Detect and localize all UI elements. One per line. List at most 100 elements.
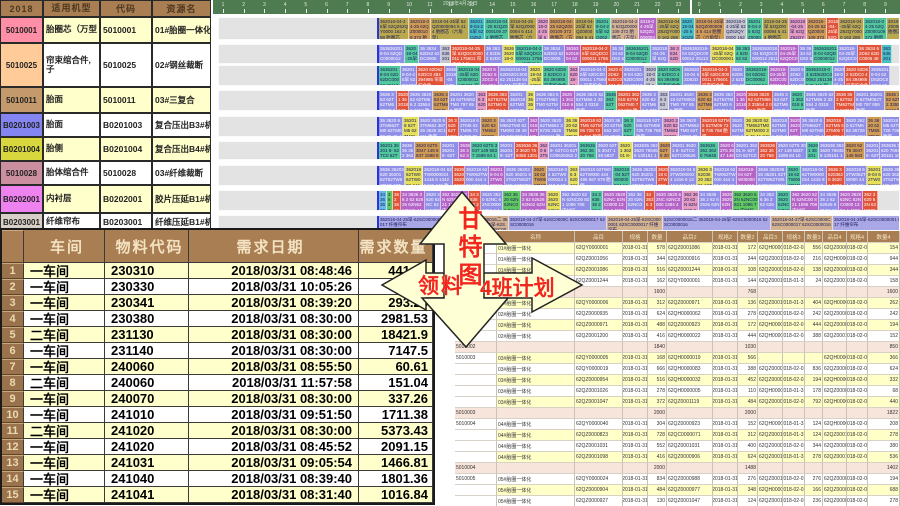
gantt-block[interactable]: 36201 362018 62TM062TM0 797 859 胎面 <box>561 91 575 110</box>
gantt-block[interactable]: 3620 62T5 3047 149 5837 1598 84 10 胎面 <box>597 142 619 159</box>
gantt-block[interactable]: 3620 3620 62TM662 36726 3525 3C1111 胎面 <box>663 117 679 136</box>
gantt-block[interactable]: 3636 363 62T62TM62TM0 62TM04 16478 48060… <box>773 91 791 110</box>
gantt-block[interactable]: 362018-04-25早 62DC0000011 175601 帘束绾合件 <box>579 66 607 85</box>
table-row[interactable]: 7一车间2400602018/03/31 08:55:5060.61 <box>2 359 433 375</box>
gantt-block[interactable]: 36 3634 62D62 62DC0006 484 394985 帘束绾合件 <box>485 45 503 63</box>
gantt-block[interactable]: 3620 62D62 62DC0 484 394985 帘束绾合件 <box>731 66 745 85</box>
gantt-block[interactable]: 3636 3620 62 62TM66 2 33554 2 0318 胎面 <box>747 91 773 110</box>
gantt-block[interactable]: 362018-04-25早 62DC0000011 175601 帘束绾合件 <box>833 66 845 85</box>
gantt-block[interactable]: 36362018-04 62D62DC00062 251138 548 415 … <box>445 66 457 85</box>
gantt-block[interactable]: 362018-04-25早 62QZ62QY0000 162 288 胎圈芯（六… <box>469 18 485 39</box>
gantt-block[interactable]: 362018 62TW062TW000 444 495 587 679 胎侧 <box>579 166 613 185</box>
gantt-block[interactable]: 362018-04-25早 62DC0000011 175601 帘束绾合件 <box>529 66 543 85</box>
gantt-block[interactable]: 3636362018-04 62QDC0000012 251138 帘束绾合件 <box>379 45 405 63</box>
machine-row[interactable]: B0201004胎侧B0201004复合压出B4#机 <box>0 137 211 161</box>
gantt-block[interactable]: 36 3620 62TM662TM0 62TM000 39 40 46 748 … <box>801 117 825 136</box>
gantt-block[interactable]: 362 3620 62N 62NC00 821 1096 708 内衬层 <box>503 191 521 210</box>
table-row[interactable]: 03#胎圈一体化62QY00000192018-01-3166662QH0000… <box>455 364 900 375</box>
gantt-block[interactable]: 362018 62TW062TW000 444 495 587 679 胎侧 <box>405 166 423 185</box>
gantt-block[interactable]: 362 3620 62N 62NC00 821 1096 708 内衬层 <box>863 191 878 210</box>
gantt-block[interactable]: 36201 36201 8- 62TC0 62TC00626262 2115 2… <box>619 142 633 159</box>
gantt-block[interactable]: 363636 362 3620 768458 130151 10 1333284… <box>515 142 539 159</box>
gantt-block[interactable]: 3620 3620 62TM662 36726 3525 3C1111 胎面 <box>603 117 623 136</box>
gantt-block[interactable]: 3620 62D62 62DC0 484 394985 帘束绾合件 <box>417 66 445 85</box>
gantt-block[interactable]: 3636362018-04 62QDC0000012 251138 帘束绾合件 <box>751 45 779 63</box>
gantt-block[interactable]: 3636 3620 62 62TM66 2 33554 2 0318 胎面 <box>477 91 487 110</box>
gantt-block[interactable]: 36 3634 62D62 62DC0006 484 394985 帘束绾合件 <box>858 45 882 63</box>
gantt-block[interactable]: 36 3620 62TM662TM0 62TM000 39 40 46 748 … <box>447 117 459 136</box>
gantt-block[interactable]: 3636 36203620 36201 62T62TW62TW5 62TW062… <box>882 166 899 185</box>
gantt-block[interactable]: 3636 363 62T62TM62TM0 62TM04 16478 48060… <box>713 91 735 110</box>
gantt-block[interactable]: 362018-04-25早-62SC0000001 62SC0000017 纤维… <box>833 216 899 230</box>
gantt-block[interactable]: 362 3620 62N 62NC00 821 1096 708 内衬层 <box>627 191 645 210</box>
gantt-block[interactable]: 3620 62D62 62DC0 484 394985 帘束绾合件 <box>845 66 870 85</box>
gantt-block[interactable]: 3636 3620 62 62TM66 2 33554 2 0318 胎面 <box>697 91 713 110</box>
gantt-block[interactable]: 362018-04-27早-62SC0000C 62SC0000017 62SC… <box>771 216 833 230</box>
gantt-block[interactable]: 362018-04 62TW0000024 1416 9 1342 5419 4… <box>613 166 631 185</box>
table-row[interactable]: 6一车间2311402018/03/31 08:30:007147.5 <box>2 343 433 359</box>
gantt-block[interactable]: 3636 3620 62 62TM66 2 33554 2 0318 胎面 <box>527 91 535 110</box>
gantt-block[interactable]: 36 3620 62TM662TM0 62TM000 39 40 46 748 … <box>623 117 635 136</box>
gantt-block[interactable]: 2018-04-25早 52QZ0000094 5 414 胎圈芯（六角型） <box>431 18 469 39</box>
gantt-block[interactable]: 362018-04-25早 62DC0000011 175601 帘束绾合件 <box>701 66 731 85</box>
gantt-block[interactable]: 3620 3620 62TM662 36726 3525 3C1111 胎面 <box>419 117 447 136</box>
gantt-block[interactable]: 362018 62TW062TW000 444 495 587 679 胎侧 <box>787 166 801 185</box>
gantt-block[interactable]: 36201 362018 62TM062TM0 797 859 胎面 <box>617 91 641 110</box>
machine-row[interactable]: 5010028胎体绾合件501002803#纤维裁断 <box>0 161 211 185</box>
gantt-block[interactable]: 2018-04-25早 52QZ0000094 5 414 胎圈芯（六角型） <box>575 18 595 39</box>
gantt-block[interactable]: 3636 363 62T62TM62TM0 62TM04 16478 48060… <box>487 91 509 110</box>
gantt-block[interactable]: 3620 3620 62NC 62NC0000 1384 4 4506 1 65… <box>777 191 791 210</box>
gantt-block[interactable]: 3620 3620 62TM662 36726 3525 3C1111 胎面 <box>539 117 565 136</box>
gantt-block[interactable]: 36362018-04 62D62DC00062 251138 548 415 … <box>745 66 769 85</box>
gantt-block[interactable]: 362 3620 62N 62NC00 821 1096 708 内衬层 <box>683 191 699 210</box>
gantt-block[interactable]: 3636 363 62T62TM62TM0 62TM04 16478 48060… <box>835 91 855 110</box>
gantt-block[interactable]: 362018-04-25早 62QDC0000011 175601 帘束绾合件 <box>651 45 669 63</box>
gantt-block[interactable]: 362018-04-25早 62QZ62QY0000 162 288 胎圈芯（六… <box>789 18 807 39</box>
gantt-block[interactable]: 362018-04 62TW0000024 1416 9 1342 5419 4… <box>801 166 827 185</box>
gantt-block[interactable]: 3636362018-04 62QDC0000012 251138 帘束绾合件 <box>882 45 892 63</box>
gantt-block[interactable]: 362018-04 62TW0000024 1416 9 1342 5419 4… <box>669 166 697 185</box>
gantt-block[interactable]: 34 3636 36 2 62 62626 62N62 62N62 44 43 … <box>591 191 603 210</box>
gantt-block[interactable]: 62SC0000016二 362018-04-26早-62SC0000016 6… <box>663 216 771 230</box>
gantt-block[interactable]: 362018 62TM5 62TM06 728 736 768 胎面 <box>771 117 789 136</box>
gantt-block[interactable]: 362018 62TM5 62TM06 728 736 768 胎面 <box>529 117 539 136</box>
gantt-block[interactable]: 36 3634 62D62 62DC0006 484 394985 帘束绾合件 <box>419 45 441 63</box>
gantt-block[interactable]: 362018-04-25早 62QZ62QY0000 162 288 胎圈芯（六… <box>537 18 549 39</box>
gantt-block[interactable]: 3636362018-04 62QDC0000012 251138 帘束绾合件 <box>565 45 581 63</box>
gantt-block[interactable]: 3636 36203620 36201 62T62TW62TW5 62TW062… <box>697 166 713 185</box>
gantt-block[interactable]: 36 3620 62TM662TM0 62TM000 39 40 46 748 … <box>867 117 882 136</box>
gantt-block[interactable]: 362018-04-25早 62QZ62QY0000 162 288 胎圈芯（六… <box>595 18 611 39</box>
gantt-block[interactable]: 2018-04-25早 52QZ0000094 5 414 胎圈芯（六角型） <box>887 18 899 39</box>
table-row[interactable]: 02#胎圈一体化62QZ00009352018-01-3162462QH0000… <box>455 309 900 320</box>
gantt-block[interactable]: 36 3620 62TM662TM0 62TM000 39 40 46 748 … <box>499 117 529 136</box>
gantt-block[interactable]: 3636 363 62T62TM62TM0 62TM04 16478 48060… <box>433 91 449 110</box>
gantt-block[interactable]: 362018-04-25早 62QDC0000011 175601 帘束绾合件 <box>779 45 799 63</box>
gantt-block[interactable]: 363636 362 3620 768458 130151 10 1333284… <box>699 142 719 159</box>
gantt-block[interactable]: 36201 362018 62TM062TM0 797 859 胎面 <box>791 91 805 110</box>
gantt-block[interactable]: 3636 36203620 36201 62T62TW62TW5 62TW062… <box>569 166 579 185</box>
gantt-block[interactable]: 362018-04-25早 62DC0000011 175601 帘束绾合件 <box>645 66 657 85</box>
gantt-block[interactable]: 3620 62D62 62DC0 484 394985 帘束绾合件 <box>657 66 683 85</box>
gantt-block[interactable]: 362018-04-25 62QZ0000109 372 胎圈芯（方型） <box>549 18 575 39</box>
table-row[interactable]: 9一车间2400702018/03/31 08:30:00337.26 <box>2 391 433 407</box>
table-row[interactable]: 501000303#胎圈一体化62QY00000052018-01-311686… <box>455 353 900 364</box>
table-row[interactable]: 15一车间2410412018/03/31 08:31:401016.84 <box>2 487 433 503</box>
gantt-block[interactable]: 362018-04 62TW0000024 1416 9 1342 5419 4… <box>423 166 453 185</box>
table-row[interactable]: 16007681600 <box>455 287 900 298</box>
gantt-block[interactable]: 3636 363 62T62TM62TM0 62TM04 16478 48060… <box>379 91 397 110</box>
gantt-block[interactable]: 36 3620 62TM662TM0 62TM000 39 40 46 748 … <box>679 117 701 136</box>
table-row[interactable]: 1一车间2303102018/03/31 08:48:46441.71 <box>2 263 433 279</box>
machine-row[interactable]: 5010011胎面501001103#三复合 <box>0 87 211 113</box>
gantt-block[interactable]: 362018-04-25 62QZ0000109 372 胎圈芯（方型） <box>611 18 639 39</box>
gantt-block[interactable]: 3636 36203620 36201 62T62TW62TW5 62TW062… <box>379 166 405 185</box>
gantt-block[interactable]: 3620 3620 62TM662 36726 3525 3C1111 胎面 <box>789 117 801 136</box>
gantt-block[interactable]: 362 3620 62N 62NC00 821 1096 708 内衬层 <box>733 191 759 210</box>
gantt-block[interactable]: 363636 362 3620 768458 130151 10 1333284… <box>880 142 899 159</box>
gantt-block[interactable]: 3620 62D62 62DC0 484 394985 帘束绾合件 <box>543 66 569 85</box>
gantt-block[interactable]: 362018-04-25早 62QDC0000011 175601 帘束绾合件 <box>711 45 735 63</box>
gantt-block[interactable]: 36 3634 62D62 62DC0006 484 394985 帘束绾合件 <box>735 45 751 63</box>
gantt-block[interactable]: 3636 3620 62 62TM66 2 33554 2 0318 胎面 <box>641 91 659 110</box>
gantt-block[interactable]: 3636 363 62T62TM62TM0 62TM04 16478 48060… <box>605 91 617 110</box>
gantt-block[interactable]: 36201 362018 62TM062TM0 797 859 胎面 <box>449 91 477 110</box>
gantt-block[interactable]: 362018-04-25早 62QZ62QY0000 162 288 胎圈芯（六… <box>725 18 747 39</box>
